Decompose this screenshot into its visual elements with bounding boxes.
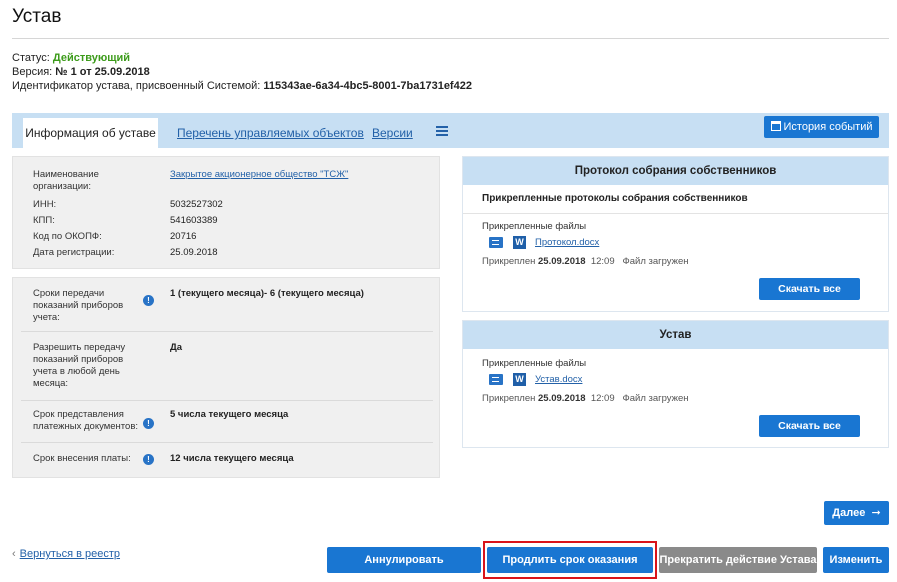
protocol-file-link[interactable]: Протокол.docx	[535, 237, 599, 248]
attached-prefix: Прикреплен	[482, 393, 536, 404]
file-meta: Прикреплен 25.09.2018 12:09 Файл загруже…	[482, 256, 689, 267]
okopf-label: Код по ОКОПФ:	[33, 231, 102, 242]
chevron-left-icon: ‹	[12, 548, 16, 560]
history-button[interactable]: История событий	[764, 116, 879, 138]
calendar-icon	[770, 121, 781, 131]
reg-date-value: 25.09.2018	[170, 247, 218, 258]
status-line: Статус: Действующий	[12, 51, 472, 65]
id-label: Идентификатор устава, присвоенный Систем…	[12, 80, 261, 92]
next-button[interactable]: Далее ➞	[824, 501, 889, 525]
file-meta: Прикреплен 25.09.2018 12:09 Файл загруже…	[482, 393, 689, 404]
charter-card: Устав Прикрепленные файлы W Устав.docx П…	[462, 320, 889, 448]
reg-date-label: Дата регистрации:	[33, 247, 115, 258]
protocol-card-title: Протокол собрания собственников	[463, 157, 888, 185]
term-value: 5 числа текущего месяца	[170, 409, 289, 420]
page-title: Устав	[12, 6, 62, 27]
term-label: Срок представления платежных документов:	[33, 409, 139, 432]
terms-panel: Сроки передачи показаний приборов учета:…	[12, 277, 440, 478]
charter-file-link[interactable]: Устав.docx	[535, 374, 582, 385]
tab-managed-objects[interactable]: Перечень управляемых объектов	[177, 118, 364, 148]
file-status: Файл загружен	[622, 393, 689, 404]
back-to-registry-link[interactable]: ‹ Вернуться в реестр	[12, 548, 120, 560]
download-all-button[interactable]: Скачать все	[759, 278, 860, 300]
attached-time: 12:09	[590, 393, 615, 404]
info-icon[interactable]: !	[143, 418, 154, 429]
version-line: Версия: № 1 от 25.09.2018	[12, 65, 472, 79]
info-icon[interactable]: !	[143, 454, 154, 465]
id-value: 115343ae-6a34-4bc5-8001-7ba1731ef422	[263, 80, 472, 92]
okopf-value: 20716	[170, 231, 197, 242]
term-value: Да	[170, 342, 183, 353]
attached-prefix: Прикреплен	[482, 256, 536, 267]
word-icon: W	[513, 236, 526, 249]
signature-icon[interactable]	[489, 374, 503, 385]
divider	[21, 400, 433, 401]
arrow-right-icon: ➞	[868, 507, 881, 519]
terminate-charter-button[interactable]: Прекратить действие Устава	[659, 547, 817, 573]
charter-meta: Статус: Действующий Версия: № 1 от 25.09…	[12, 51, 472, 93]
charter-card-title: Устав	[463, 321, 888, 349]
term-value: 1 (текущего месяца)- 6 (текущего месяца)	[170, 288, 364, 299]
tab-bar: Информация об уставе Перечень управляемы…	[12, 113, 889, 148]
term-label: Срок внесения платы:	[33, 453, 131, 464]
tab-versions[interactable]: Версии	[372, 118, 413, 148]
term-label: Сроки передачи показаний приборов учета:	[33, 288, 124, 323]
history-button-label: История событий	[783, 121, 873, 133]
back-link-label: Вернуться в реестр	[19, 548, 121, 560]
id-line: Идентификатор устава, присвоенный Систем…	[12, 79, 472, 93]
organization-panel: Наименование организации: Закрытое акцио…	[12, 156, 440, 269]
signature-icon[interactable]	[489, 237, 503, 248]
edit-button[interactable]: Изменить	[823, 547, 889, 573]
tab-charter-info[interactable]: Информация об уставе	[23, 118, 158, 148]
org-name-link[interactable]: Закрытое акционерное общество "ТСЖ"	[170, 169, 348, 180]
attached-time: 12:09	[590, 256, 615, 267]
attached-files-label: Прикрепленные файлы	[482, 221, 587, 232]
next-button-label: Далее	[832, 507, 866, 519]
title-divider	[12, 38, 889, 39]
info-icon[interactable]: !	[143, 295, 154, 306]
attached-date: 25.09.2018	[538, 256, 586, 267]
attached-date: 25.09.2018	[538, 393, 586, 404]
protocol-card: Протокол собрания собственников Прикрепл…	[462, 156, 889, 312]
word-icon: W	[513, 373, 526, 386]
version-label: Версия:	[12, 66, 53, 78]
highlight-box	[483, 541, 657, 579]
term-value: 12 числа текущего месяца	[170, 453, 294, 464]
download-all-button[interactable]: Скачать все	[759, 415, 860, 437]
attached-files-label: Прикрепленные файлы	[482, 358, 587, 369]
status-label: Статус:	[12, 52, 50, 64]
kpp-label: КПП:	[33, 215, 55, 226]
protocol-card-subtitle: Прикрепленные протоколы собрания собстве…	[463, 185, 888, 214]
annul-button[interactable]: Аннулировать информацию	[327, 547, 481, 582]
term-label: Разрешить передачу показаний приборов уч…	[33, 342, 126, 389]
file-status: Файл загружен	[622, 256, 689, 267]
inn-value: 5032527302	[170, 199, 223, 210]
kpp-value: 541603389	[170, 215, 218, 226]
status-value: Действующий	[52, 52, 131, 64]
org-name-label: Наименование организации:	[33, 169, 99, 192]
inn-label: ИНН:	[33, 199, 57, 210]
divider	[21, 331, 433, 332]
divider	[21, 442, 433, 443]
version-value: № 1 от 25.09.2018	[55, 66, 150, 78]
menu-icon[interactable]	[436, 126, 448, 138]
